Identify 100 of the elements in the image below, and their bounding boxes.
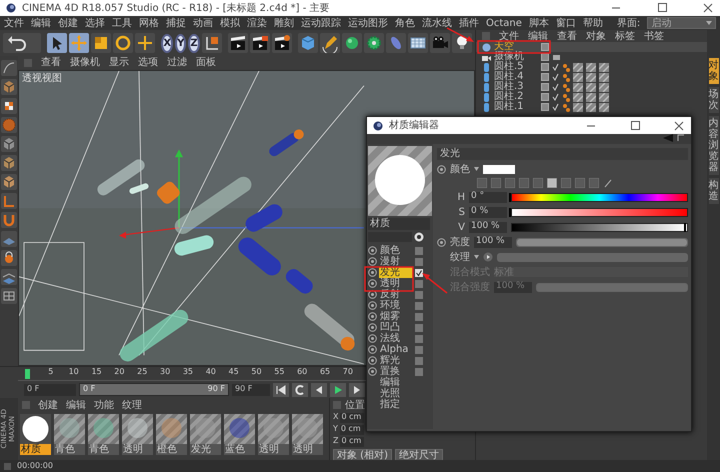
undo-icon[interactable]: [3, 33, 41, 53]
menu-item[interactable]: 模拟: [220, 18, 240, 28]
object-row[interactable]: 圆柱.3: [476, 82, 707, 92]
size-mode-dropdown[interactable]: 绝对尺寸: [394, 449, 443, 460]
menu-item[interactable]: 查看: [41, 57, 61, 68]
checkbox[interactable]: [415, 312, 423, 320]
magnet-icon[interactable]: [1, 212, 17, 228]
pen-icon[interactable]: [320, 33, 340, 53]
material-name-field[interactable]: 材质: [368, 218, 430, 230]
menu-item[interactable]: 帮助: [582, 18, 603, 28]
checkbox[interactable]: [415, 368, 423, 376]
side-tab[interactable]: 场次: [708, 87, 718, 113]
axis-button[interactable]: X: [161, 34, 174, 52]
panel-toggle-icon[interactable]: [22, 401, 30, 409]
channel-label[interactable]: 置换: [379, 366, 413, 377]
preview-settings-icon[interactable]: [414, 232, 424, 242]
menu-item[interactable]: 文件: [4, 18, 24, 28]
material-tag-icon[interactable]: [573, 82, 583, 92]
channel-label[interactable]: 编辑: [368, 377, 433, 388]
clapperboard-icon[interactable]: [228, 33, 248, 53]
cube-icon[interactable]: [1, 174, 17, 190]
color-slider-track[interactable]: [511, 222, 688, 232]
coordinate-system-icon[interactable]: [202, 33, 222, 53]
checkbox[interactable]: [415, 280, 423, 288]
panel-toggle-icon[interactable]: [24, 58, 32, 66]
material-tag-icon[interactable]: [573, 92, 583, 102]
menu-item[interactable]: 创建: [38, 400, 58, 410]
step-back-icon[interactable]: [311, 382, 327, 396]
maximize-icon[interactable]: [656, 2, 668, 14]
menu-item[interactable]: 网格: [139, 18, 159, 28]
axis-button[interactable]: Z: [188, 34, 200, 52]
checkbox[interactable]: [415, 356, 423, 364]
cube-icon[interactable]: [1, 136, 17, 152]
object-row[interactable]: 圆柱.5: [476, 62, 707, 72]
tag-icon[interactable]: [562, 82, 570, 92]
object-row[interactable]: 天空: [476, 42, 707, 52]
channel-label[interactable]: 漫射: [379, 256, 413, 267]
loop-icon[interactable]: [292, 382, 308, 396]
clapperboard-icon[interactable]: [272, 33, 292, 53]
menu-item[interactable]: 脚本: [528, 18, 549, 28]
menu-item[interactable]: 选项: [138, 57, 158, 68]
end-frame-field[interactable]: 90 F: [232, 384, 270, 396]
value-field[interactable]: 0 %: [469, 206, 507, 218]
scale-icon[interactable]: [91, 33, 112, 53]
radio-icon[interactable]: [437, 164, 446, 174]
eyedropper-icon[interactable]: [603, 178, 613, 188]
menu-item[interactable]: 摄像机: [70, 57, 100, 68]
menu-item[interactable]: 查看: [557, 30, 577, 42]
move-icon[interactable]: [69, 33, 90, 53]
object-row[interactable]: 圆柱.4: [476, 72, 707, 82]
material-tag-icon[interactable]: [586, 92, 596, 102]
channel-label[interactable]: 法线: [379, 333, 413, 344]
skip-start-icon[interactable]: [273, 382, 289, 396]
menu-item[interactable]: 动画: [193, 18, 213, 28]
object-row[interactable]: 圆柱.1: [476, 102, 707, 112]
checkbox[interactable]: [415, 334, 423, 342]
menu-item[interactable]: 编辑: [31, 18, 51, 28]
channel-label[interactable]: 指定: [368, 399, 433, 410]
material-tag-icon[interactable]: [586, 72, 596, 82]
checkbox[interactable]: [415, 324, 423, 332]
value-field[interactable]: 100 %: [474, 236, 512, 248]
texture-field[interactable]: [497, 252, 688, 262]
material-tag-icon[interactable]: [599, 102, 609, 112]
menu-item[interactable]: 选择: [85, 18, 105, 28]
cursor-icon[interactable]: [47, 33, 68, 53]
coordinate-mode-dropdown[interactable]: 对象 (相对): [333, 449, 392, 460]
side-tab[interactable]: 构造: [708, 178, 718, 204]
channel-label[interactable]: 辉光: [379, 355, 413, 366]
channel-label[interactable]: 凹凸: [379, 322, 413, 333]
menu-item[interactable]: 捕捉: [166, 18, 186, 28]
color-slider-track[interactable]: [511, 192, 688, 202]
menu-item[interactable]: 面板: [196, 57, 216, 68]
menu-item[interactable]: 功能: [94, 400, 114, 410]
material-tag-icon[interactable]: [586, 102, 596, 112]
menu-item[interactable]: 对象: [586, 30, 606, 42]
clapperboard-icon[interactable]: [250, 33, 270, 53]
position-field[interactable]: 0 cm: [340, 436, 364, 446]
material-tag-icon[interactable]: [573, 102, 583, 112]
checkbox[interactable]: [415, 258, 423, 266]
start-frame-field[interactable]: 0 F: [24, 384, 76, 396]
lock-icon[interactable]: [1, 250, 17, 266]
cube-icon[interactable]: [298, 33, 318, 53]
color-swatch[interactable]: [483, 164, 515, 174]
grid-icon[interactable]: [1, 288, 17, 304]
tag-icon[interactable]: [562, 92, 570, 102]
slider-marker[interactable]: [509, 208, 511, 216]
side-tab[interactable]: 内容浏览器: [708, 116, 718, 175]
menu-item[interactable]: 编辑: [66, 400, 86, 410]
tag-icon[interactable]: [552, 52, 561, 62]
menu-item[interactable]: 工具: [112, 18, 132, 28]
channel-label[interactable]: 环境: [379, 300, 413, 311]
value-field[interactable]: 100 %: [469, 222, 507, 232]
menu-item[interactable]: 运动跟踪: [301, 18, 341, 28]
play-icon[interactable]: [330, 382, 346, 396]
channel-label[interactable]: 颜色: [379, 245, 413, 256]
panel-toggle-icon[interactable]: [333, 401, 341, 409]
menu-item[interactable]: 书签: [644, 30, 664, 42]
material-tag-icon[interactable]: [586, 62, 596, 72]
menu-item[interactable]: 创建: [58, 18, 78, 28]
step-forward-icon[interactable]: [349, 382, 365, 396]
